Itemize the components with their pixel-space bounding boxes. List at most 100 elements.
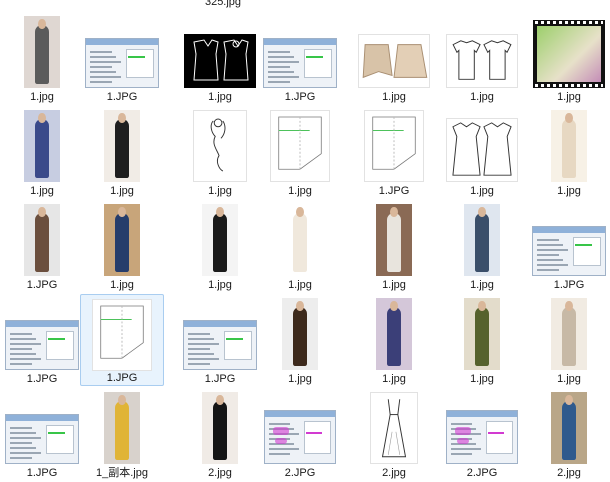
file-name-label: 2.JPG — [284, 467, 316, 479]
file-name-label: 1.jpg — [557, 91, 581, 103]
file-item[interactable]: 1.JPG — [178, 294, 262, 386]
file-item[interactable]: 1.jpg — [530, 294, 608, 386]
file-thumbnail — [282, 204, 318, 276]
file-item[interactable]: 1.jpg — [0, 12, 84, 104]
file-item[interactable]: 1.jpg — [0, 106, 84, 198]
file-item[interactable]: 1.jpg — [352, 12, 436, 104]
file-name-label: 1.jpg — [288, 279, 312, 291]
file-item[interactable]: 2.JPG — [440, 388, 524, 480]
file-item[interactable]: 1.JPG — [80, 12, 164, 104]
file-item[interactable]: 1.jpg — [258, 106, 342, 198]
file-thumbnail — [532, 226, 606, 276]
file-item[interactable]: 1.jpg — [440, 12, 524, 104]
file-name-label: 1.jpg — [30, 91, 54, 103]
file-thumbnail — [183, 320, 257, 370]
file-item[interactable]: 1.jpg — [80, 200, 164, 292]
file-thumbnail — [370, 392, 418, 464]
file-name-label: 2.jpg — [557, 467, 581, 479]
file-item[interactable]: 1.jpg — [258, 294, 342, 386]
file-name-label: 1.JPG — [26, 467, 58, 479]
file-item[interactable]: 1.JPG — [80, 294, 164, 386]
file-thumbnail — [551, 110, 587, 182]
file-name-label: 1.jpg — [30, 185, 54, 197]
file-thumbnail — [376, 204, 412, 276]
file-item[interactable]: 2.jpg — [352, 388, 436, 480]
file-item[interactable]: 1.JPG — [0, 294, 84, 386]
file-name-label: 1_副本.jpg — [96, 467, 148, 479]
file-name-label: 1.JPG — [106, 372, 138, 384]
file-name-label: 1.jpg — [557, 185, 581, 197]
file-thumbnail — [5, 320, 79, 370]
file-thumbnail — [364, 110, 424, 182]
file-name-label: 1.jpg — [470, 373, 494, 385]
file-thumbnail — [282, 298, 318, 370]
file-thumbnail — [533, 20, 605, 88]
file-name-label: 1.jpg — [557, 373, 581, 385]
file-item[interactable]: 1.jpg — [440, 200, 524, 292]
file-thumbnail — [263, 38, 337, 88]
file-thumbnail — [5, 414, 79, 464]
file-item[interactable]: 2.jpg — [178, 388, 262, 480]
file-item[interactable]: 1.jpg — [178, 106, 262, 198]
file-name-label: 1.jpg — [110, 279, 134, 291]
file-item[interactable]: 1.jpg — [258, 200, 342, 292]
file-name-label: 1.JPG — [553, 279, 585, 291]
file-item[interactable]: 2.jpg — [530, 388, 608, 480]
file-thumbnail-grid: 1.jpg 1.JPG 1.jpg 1.JPG 1.jpg 1.jpg 1.jpg 1.jpg… — [0, 0, 610, 482]
file-thumbnail — [446, 34, 518, 88]
file-thumbnail — [24, 204, 60, 276]
file-thumbnail — [184, 34, 256, 88]
file-name-label: 2.jpg — [208, 467, 232, 479]
file-name-label: 1.jpg — [382, 279, 406, 291]
file-name-label: 1.jpg — [288, 185, 312, 197]
file-thumbnail — [376, 298, 412, 370]
file-thumbnail — [464, 298, 500, 370]
file-item[interactable]: 1.jpg — [178, 12, 262, 104]
file-thumbnail — [551, 392, 587, 464]
file-name-label: 1.jpg — [382, 91, 406, 103]
file-item[interactable]: 1_副本.jpg — [80, 388, 164, 480]
file-name-label: 1.JPG — [26, 279, 58, 291]
file-name-label: 1.jpg — [470, 279, 494, 291]
file-item[interactable]: 1.JPG — [352, 106, 436, 198]
file-thumbnail — [92, 299, 152, 371]
file-name-label: 1.jpg — [382, 373, 406, 385]
file-item[interactable]: 1.JPG — [258, 12, 342, 104]
file-item[interactable]: 1.JPG — [530, 200, 608, 292]
file-thumbnail — [104, 204, 140, 276]
file-thumbnail — [104, 110, 140, 182]
file-name-label: 1.JPG — [26, 373, 58, 385]
file-item[interactable]: 1.jpg — [440, 106, 524, 198]
file-name-label: 1.JPG — [204, 373, 236, 385]
file-item[interactable]: 1.jpg — [178, 200, 262, 292]
file-thumbnail — [24, 110, 60, 182]
file-name-label: 1.jpg — [208, 185, 232, 197]
file-name-label: 1.jpg — [288, 373, 312, 385]
file-item[interactable]: 1.JPG — [0, 200, 84, 292]
file-item[interactable]: 1.jpg — [80, 106, 164, 198]
file-name-label: 1.jpg — [208, 91, 232, 103]
file-item[interactable]: 1.jpg — [530, 12, 608, 104]
file-thumbnail — [202, 204, 238, 276]
file-name-label: 2.jpg — [382, 467, 406, 479]
file-thumbnail — [104, 392, 140, 464]
file-item[interactable]: 1.jpg — [352, 294, 436, 386]
file-thumbnail — [193, 110, 247, 182]
file-thumbnail — [85, 38, 159, 88]
file-thumbnail — [464, 204, 500, 276]
file-name-label: 1.JPG — [106, 91, 138, 103]
file-thumbnail — [446, 410, 518, 464]
file-name-label: 1.jpg — [470, 91, 494, 103]
file-name-label: 1.JPG — [378, 185, 410, 197]
file-name-label: 1.jpg — [470, 185, 494, 197]
file-name-label: 1.JPG — [284, 91, 316, 103]
file-item[interactable]: 1.jpg — [352, 200, 436, 292]
file-item[interactable]: 2.JPG — [258, 388, 342, 480]
file-item[interactable]: 1.JPG — [0, 388, 84, 480]
file-thumbnail — [358, 34, 430, 88]
file-item[interactable]: 1.jpg — [530, 106, 608, 198]
file-thumbnail — [24, 16, 60, 88]
file-thumbnail — [264, 410, 336, 464]
file-name-label: 2.JPG — [466, 467, 498, 479]
file-item[interactable]: 1.jpg — [440, 294, 524, 386]
